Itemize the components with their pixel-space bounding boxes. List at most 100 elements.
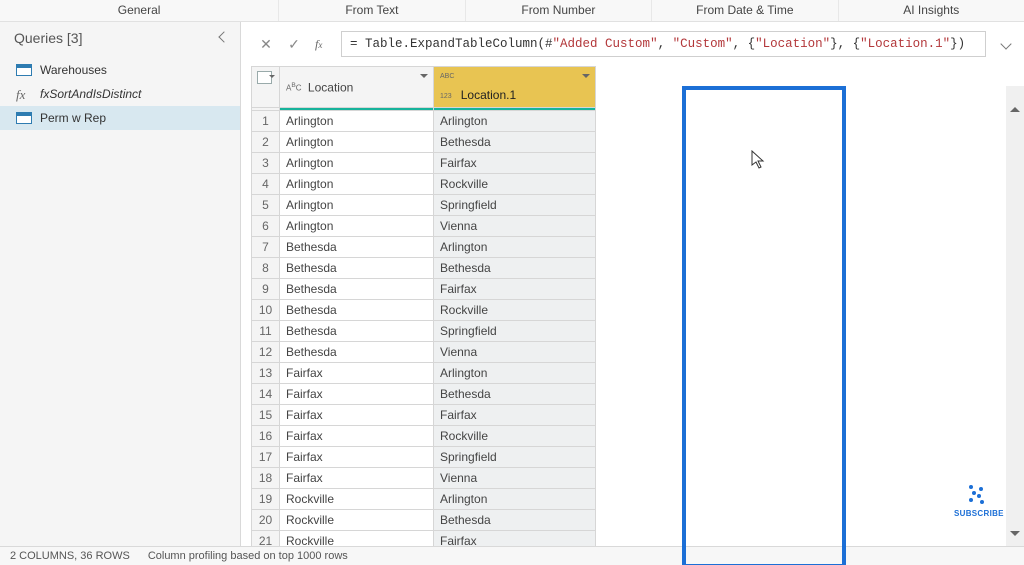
table-row[interactable]: 9BethesdaFairfax [252, 279, 596, 300]
cell[interactable]: Vienna [434, 468, 596, 489]
commit-formula-icon[interactable]: ✓ [283, 33, 305, 55]
ribbon-tab-ai-insights[interactable]: AI Insights [838, 0, 1024, 21]
table-row[interactable]: 1ArlingtonArlington [252, 111, 596, 132]
cell[interactable]: Rockville [280, 510, 434, 531]
table-row[interactable]: 13FairfaxArlington [252, 363, 596, 384]
ribbon-tab-from-number[interactable]: From Number [465, 0, 651, 21]
table-row[interactable]: 12BethesdaVienna [252, 342, 596, 363]
row-number[interactable]: 3 [252, 153, 280, 174]
table-row[interactable]: 11BethesdaSpringfield [252, 321, 596, 342]
cell[interactable]: Vienna [434, 342, 596, 363]
row-number[interactable]: 9 [252, 279, 280, 300]
row-number[interactable]: 14 [252, 384, 280, 405]
cell[interactable]: Arlington [280, 153, 434, 174]
cell[interactable]: Bethesda [434, 510, 596, 531]
cell[interactable]: Fairfax [434, 531, 596, 547]
row-number[interactable]: 1 [252, 111, 280, 132]
cell[interactable]: Arlington [280, 174, 434, 195]
ribbon-tab-from-datetime[interactable]: From Date & Time [651, 0, 837, 21]
cell[interactable]: Fairfax [434, 279, 596, 300]
cell[interactable]: Springfield [434, 321, 596, 342]
cancel-formula-icon[interactable]: ✕ [255, 33, 277, 55]
column-header-location[interactable]: ABC Location [280, 67, 434, 108]
cell[interactable]: Fairfax [280, 426, 434, 447]
row-number[interactable]: 12 [252, 342, 280, 363]
cell[interactable]: Fairfax [280, 363, 434, 384]
table-row[interactable]: 15FairfaxFairfax [252, 405, 596, 426]
cell[interactable]: Arlington [434, 363, 596, 384]
cell[interactable]: Rockville [434, 426, 596, 447]
scroll-up-icon[interactable] [1006, 100, 1024, 118]
cell[interactable]: Rockville [280, 489, 434, 510]
subscribe-badge[interactable]: SUBSCRIBE [954, 483, 1000, 518]
row-number[interactable]: 21 [252, 531, 280, 547]
row-number[interactable]: 13 [252, 363, 280, 384]
row-number[interactable]: 6 [252, 216, 280, 237]
row-number[interactable]: 8 [252, 258, 280, 279]
cell[interactable]: Bethesda [280, 279, 434, 300]
table-row[interactable]: 18FairfaxVienna [252, 468, 596, 489]
cell[interactable]: Rockville [434, 174, 596, 195]
collapse-pane-icon[interactable] [216, 31, 230, 45]
cell[interactable]: Bethesda [434, 132, 596, 153]
row-number[interactable]: 16 [252, 426, 280, 447]
row-number[interactable]: 2 [252, 132, 280, 153]
ribbon-tab-general[interactable]: General [0, 0, 278, 21]
table-row[interactable]: 8BethesdaBethesda [252, 258, 596, 279]
cell[interactable]: Bethesda [280, 321, 434, 342]
query-item[interactable]: Perm w Rep [0, 106, 240, 130]
cell[interactable]: Springfield [434, 195, 596, 216]
table-row[interactable]: 7BethesdaArlington [252, 237, 596, 258]
table-row[interactable]: 14FairfaxBethesda [252, 384, 596, 405]
cell[interactable]: Fairfax [280, 405, 434, 426]
table-row[interactable]: 16FairfaxRockville [252, 426, 596, 447]
cell[interactable]: Rockville [280, 531, 434, 547]
cell[interactable]: Bethesda [280, 237, 434, 258]
cell[interactable]: Fairfax [280, 468, 434, 489]
row-number[interactable]: 18 [252, 468, 280, 489]
cell[interactable]: Arlington [434, 111, 596, 132]
ribbon-tab-from-text[interactable]: From Text [278, 0, 464, 21]
row-number[interactable]: 7 [252, 237, 280, 258]
table-row[interactable]: 5ArlingtonSpringfield [252, 195, 596, 216]
cell[interactable]: Arlington [280, 216, 434, 237]
cell[interactable]: Fairfax [280, 447, 434, 468]
table-row[interactable]: 17FairfaxSpringfield [252, 447, 596, 468]
cell[interactable]: Springfield [434, 447, 596, 468]
vertical-scrollbar[interactable] [1006, 86, 1024, 546]
table-row[interactable]: 2ArlingtonBethesda [252, 132, 596, 153]
formula-input[interactable]: = Table.ExpandTableColumn(#"Added Custom… [341, 31, 986, 57]
row-number[interactable]: 4 [252, 174, 280, 195]
query-item[interactable]: fxfxSortAndIsDistinct [0, 82, 240, 106]
cell[interactable]: Bethesda [280, 300, 434, 321]
cell[interactable]: Bethesda [434, 384, 596, 405]
row-number[interactable]: 19 [252, 489, 280, 510]
cell[interactable]: Bethesda [434, 258, 596, 279]
grid-corner-menu[interactable] [252, 67, 280, 108]
cell[interactable]: Bethesda [280, 258, 434, 279]
table-row[interactable]: 6ArlingtonVienna [252, 216, 596, 237]
row-number[interactable]: 17 [252, 447, 280, 468]
row-number[interactable]: 10 [252, 300, 280, 321]
column-header-location-1[interactable]: ABC123 Location.1 [434, 67, 596, 108]
cell[interactable]: Arlington [280, 195, 434, 216]
table-row[interactable]: 19RockvilleArlington [252, 489, 596, 510]
table-row[interactable]: 21RockvilleFairfax [252, 531, 596, 547]
table-row[interactable]: 3ArlingtonFairfax [252, 153, 596, 174]
expand-formula-icon[interactable] [1000, 37, 1014, 51]
table-row[interactable]: 20RockvilleBethesda [252, 510, 596, 531]
cell[interactable]: Vienna [434, 216, 596, 237]
cell[interactable]: Fairfax [434, 405, 596, 426]
cell[interactable]: Arlington [434, 489, 596, 510]
row-number[interactable]: 5 [252, 195, 280, 216]
cell[interactable]: Fairfax [434, 153, 596, 174]
row-number[interactable]: 20 [252, 510, 280, 531]
row-number[interactable]: 15 [252, 405, 280, 426]
query-item[interactable]: Warehouses [0, 58, 240, 82]
table-row[interactable]: 4ArlingtonRockville [252, 174, 596, 195]
cell[interactable]: Arlington [280, 132, 434, 153]
cell[interactable]: Arlington [280, 111, 434, 132]
cell[interactable]: Arlington [434, 237, 596, 258]
cell[interactable]: Rockville [434, 300, 596, 321]
row-number[interactable]: 11 [252, 321, 280, 342]
